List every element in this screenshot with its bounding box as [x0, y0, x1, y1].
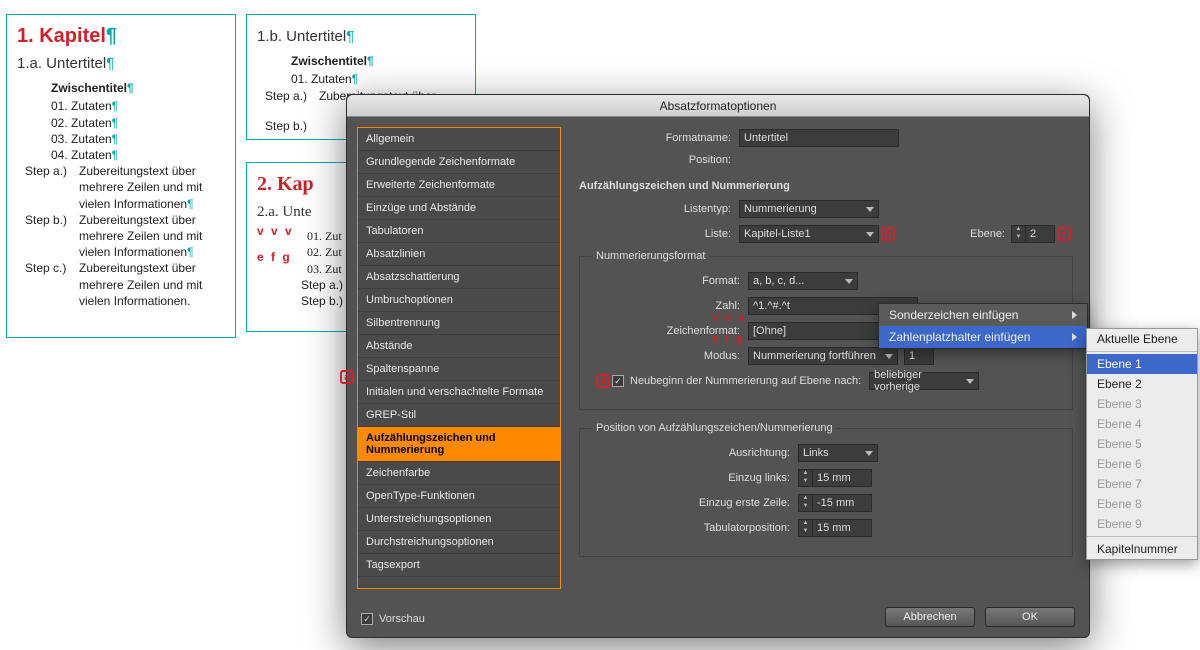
ausrichtung-label: Ausrichtung:: [588, 447, 798, 459]
menu-item: Ebene 7: [1087, 474, 1197, 494]
menu-item[interactable]: Zahlenplatzhalter einfügen: [879, 326, 1087, 348]
zahl-label: Zahl:: [588, 300, 748, 312]
list-item: 01. Zutaten¶: [291, 71, 465, 87]
menu-item: Ebene 6: [1087, 454, 1197, 474]
modus-label: Modus:: [588, 350, 748, 362]
category-item[interactable]: Tagsexport: [358, 554, 560, 577]
annotation-efg: e f g: [712, 333, 745, 345]
neubeginn-checkbox[interactable]: ✓: [612, 375, 624, 387]
step-item: Step a.)Zubereitungstext über mehrere Ze…: [25, 163, 225, 212]
annotation-efg: e f g: [257, 249, 292, 265]
annotation-b: b: [881, 227, 895, 241]
chevron-down-icon: [966, 379, 974, 384]
category-item[interactable]: GREP-Stil: [358, 404, 560, 427]
dialog-form: Formatname: Position: Aufzählungszeichen…: [573, 127, 1079, 589]
listentyp-label: Listentyp:: [579, 203, 739, 215]
chevron-down-icon: [866, 232, 874, 237]
context-menu-primary: Sonderzeichen einfügenZahlenplatzhalter …: [878, 303, 1088, 349]
dialog-title: Absatzformatoptionen: [347, 95, 1089, 117]
formatname-label: Formatname:: [579, 132, 739, 144]
menu-item: Ebene 9: [1087, 514, 1197, 534]
menu-item[interactable]: Ebene 1: [1087, 354, 1197, 374]
list-item: 01. Zutaten¶: [51, 98, 225, 114]
cancel-button[interactable]: Abbrechen: [885, 607, 975, 627]
category-item[interactable]: Erweiterte Zeichenformate: [358, 174, 560, 197]
category-item[interactable]: Initialen und verschachtelte Formate: [358, 381, 560, 404]
subtitle: 1.a. Untertitel¶: [17, 54, 225, 74]
category-item[interactable]: OpenType-Funktionen: [358, 485, 560, 508]
category-item[interactable]: Absatzschattierung: [358, 266, 560, 289]
annotation-d: d: [596, 374, 610, 388]
list-item: 04. Zutaten¶: [51, 147, 225, 163]
category-item[interactable]: Abstände: [358, 335, 560, 358]
liste-select[interactable]: Kapitel-Liste1: [739, 225, 879, 243]
section-heading: Zwischentitel¶: [51, 80, 225, 96]
doc-page-1: 1. Kapitel¶ 1.a. Untertitel¶ Zwischentit…: [6, 14, 236, 338]
category-item[interactable]: Grundlegende Zeichenformate: [358, 151, 560, 174]
annotation-vvv: v v v: [257, 223, 294, 239]
menu-item: Ebene 8: [1087, 494, 1197, 514]
menu-item: Ebene 4: [1087, 414, 1197, 434]
menu-item[interactable]: Sonderzeichen einfügen: [879, 304, 1087, 326]
category-list[interactable]: AllgemeinGrundlegende ZeichenformateErwe…: [357, 127, 561, 589]
category-item[interactable]: Spaltenspanne: [358, 358, 560, 381]
format-label: Format:: [588, 275, 748, 287]
category-item[interactable]: Tabulatoren: [358, 220, 560, 243]
listentyp-select[interactable]: Nummerierung: [739, 200, 879, 218]
formatname-input[interactable]: [739, 129, 899, 147]
liste-label: Liste:: [579, 228, 739, 240]
paragraph-style-options-dialog: Absatzformatoptionen AllgemeinGrundlegen…: [346, 94, 1090, 638]
context-menu-secondary: Aktuelle EbeneEbene 1Ebene 2Ebene 3Ebene…: [1086, 328, 1198, 560]
ebene-label: Ebene:: [970, 228, 1005, 240]
numbering-format-legend: Nummerierungsformat: [592, 250, 709, 262]
vorschau-checkbox[interactable]: ✓Vorschau: [361, 613, 425, 625]
chapter-heading: 1. Kapitel¶: [17, 23, 225, 50]
chevron-down-icon: [865, 451, 873, 456]
ebene-spinner[interactable]: ▲▼: [1011, 225, 1055, 243]
modus-num-input[interactable]: [904, 347, 934, 365]
annotation-a: a: [340, 370, 354, 384]
category-item[interactable]: Umbruchoptionen: [358, 289, 560, 312]
annotation-vvv: v v v: [712, 312, 746, 324]
position-label: Position:: [579, 154, 739, 166]
position-legend: Position von Aufzählungszeichen/Nummerie…: [592, 422, 837, 434]
neubeginn-select[interactable]: beliebiger vorherige: [869, 372, 979, 390]
chevron-down-icon: [845, 279, 853, 284]
einzug-links-spinner[interactable]: ▲▼: [798, 469, 872, 487]
section-heading: Zwischentitel¶: [291, 53, 465, 69]
einzug-erste-label: Einzug erste Zeile:: [588, 497, 798, 509]
menu-item[interactable]: Ebene 2: [1087, 374, 1197, 394]
ok-button[interactable]: OK: [985, 607, 1075, 627]
modus-select[interactable]: Nummerierung fortführen: [748, 347, 898, 365]
tabpos-spinner[interactable]: ▲▼: [798, 519, 872, 537]
subtitle: 1.b. Untertitel¶: [257, 27, 465, 47]
neubeginn-label: Neubeginn der Nummerierung auf Ebene nac…: [630, 375, 861, 387]
einzug-erste-spinner[interactable]: ▲▼: [798, 494, 872, 512]
section-title: Aufzählungszeichen und Nummerierung: [579, 180, 1073, 192]
list-item: 02. Zutaten¶: [51, 115, 225, 131]
menu-item[interactable]: Aktuelle Ebene: [1087, 329, 1197, 349]
format-select[interactable]: a, b, c, d...: [748, 272, 858, 290]
step-item: Step b.)Zubereitungstext über mehrere Ze…: [25, 212, 225, 261]
category-item[interactable]: Einzüge und Abstände: [358, 197, 560, 220]
chevron-down-icon: [885, 354, 893, 359]
category-item[interactable]: Silbentrennung: [358, 312, 560, 335]
list-item: 03. Zutaten¶: [51, 131, 225, 147]
tabpos-label: Tabulatorposition:: [588, 522, 798, 534]
position-group: Position von Aufzählungszeichen/Nummerie…: [579, 422, 1073, 557]
category-item[interactable]: Allgemein: [358, 128, 560, 151]
menu-item[interactable]: Kapitelnummer: [1087, 539, 1197, 559]
category-item[interactable]: Unterstreichungsoptionen: [358, 508, 560, 531]
ausrichtung-select[interactable]: Links: [798, 444, 878, 462]
menu-item: Ebene 3: [1087, 394, 1197, 414]
category-item[interactable]: Zeichenfarbe: [358, 462, 560, 485]
menu-item: Ebene 5: [1087, 434, 1197, 454]
annotation-c: c: [1057, 227, 1071, 241]
step-item: Step c.)Zubereitungstext über mehrere Ze…: [25, 260, 225, 309]
einzug-links-label: Einzug links:: [588, 472, 798, 484]
category-item[interactable]: Aufzählungszeichen und Nummerierung: [358, 427, 560, 462]
category-item[interactable]: Durchstreichungsoptionen: [358, 531, 560, 554]
chevron-down-icon: [866, 207, 874, 212]
category-item[interactable]: Absatzlinien: [358, 243, 560, 266]
